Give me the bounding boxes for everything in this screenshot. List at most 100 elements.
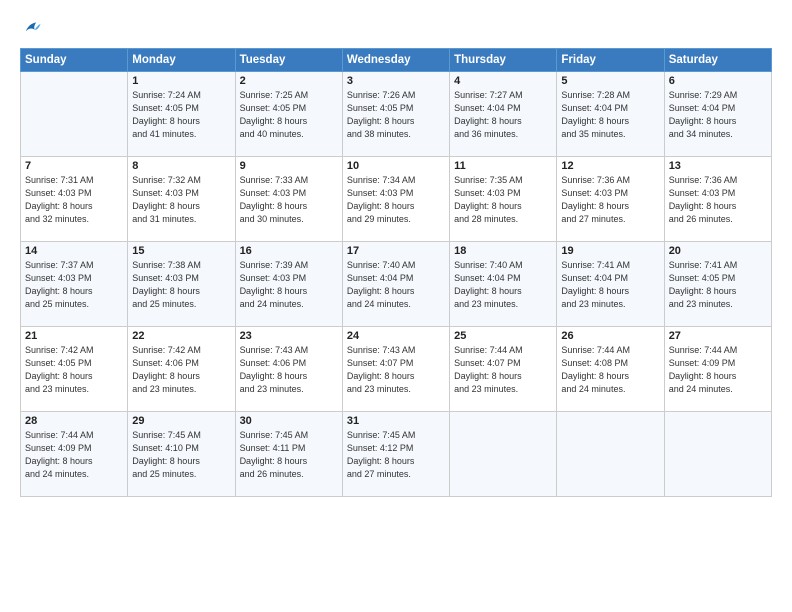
cell-info: Sunrise: 7:24 AMSunset: 4:05 PMDaylight:… (132, 89, 230, 141)
header-row: SundayMondayTuesdayWednesdayThursdayFrid… (21, 49, 772, 72)
calendar-cell: 2 Sunrise: 7:25 AMSunset: 4:05 PMDaylight… (235, 72, 342, 157)
day-number: 29 (132, 415, 230, 427)
day-number: 14 (25, 245, 123, 257)
day-number: 17 (347, 245, 445, 257)
calendar-cell: 17Sunrise: 7:40 AMSunset: 4:04 PMDayligh… (342, 242, 449, 327)
day-number: 22 (132, 330, 230, 342)
cell-info: Sunrise: 7:45 AMSunset: 4:10 PMDaylight:… (132, 429, 230, 481)
week-row-5: 28Sunrise: 7:44 AMSunset: 4:09 PMDayligh… (21, 412, 772, 497)
logo (20, 18, 44, 40)
cell-info: Sunrise: 7:34 AMSunset: 4:03 PMDaylight:… (347, 174, 445, 226)
col-header-tuesday: Tuesday (235, 49, 342, 72)
day-number: 20 (669, 245, 767, 257)
cell-info: Sunrise: 7:27 AMSunset: 4:04 PMDaylight:… (454, 89, 552, 141)
calendar-cell: 27Sunrise: 7:44 AMSunset: 4:09 PMDayligh… (664, 327, 771, 412)
cell-info: Sunrise: 7:44 AMSunset: 4:07 PMDaylight:… (454, 344, 552, 396)
calendar-cell: 8 Sunrise: 7:32 AMSunset: 4:03 PMDaylight… (128, 157, 235, 242)
day-number: 18 (454, 245, 552, 257)
calendar-cell (557, 412, 664, 497)
cell-info: Sunrise: 7:41 AMSunset: 4:04 PMDaylight:… (561, 259, 659, 311)
cell-info: Sunrise: 7:45 AMSunset: 4:11 PMDaylight:… (240, 429, 338, 481)
cell-info: Sunrise: 7:41 AMSunset: 4:05 PMDaylight:… (669, 259, 767, 311)
calendar-cell: 1 Sunrise: 7:24 AMSunset: 4:05 PMDaylight… (128, 72, 235, 157)
logo-bird-icon (20, 18, 42, 40)
cell-info: Sunrise: 7:39 AMSunset: 4:03 PMDaylight:… (240, 259, 338, 311)
col-header-monday: Monday (128, 49, 235, 72)
day-number: 24 (347, 330, 445, 342)
calendar-cell: 9 Sunrise: 7:33 AMSunset: 4:03 PMDaylight… (235, 157, 342, 242)
day-number: 25 (454, 330, 552, 342)
calendar-cell: 24 Sunrise: 7:43 AMSunset: 4:07 PMDayligh… (342, 327, 449, 412)
cell-info: Sunrise: 7:43 AMSunset: 4:06 PMDaylight:… (240, 344, 338, 396)
calendar-cell: 23 Sunrise: 7:43 AMSunset: 4:06 PMDayligh… (235, 327, 342, 412)
cell-info: Sunrise: 7:29 AMSunset: 4:04 PMDaylight:… (669, 89, 767, 141)
day-number: 30 (240, 415, 338, 427)
calendar-cell: 13 Sunrise: 7:36 AMSunset: 4:03 PMDayligh… (664, 157, 771, 242)
calendar-cell: 10 Sunrise: 7:34 AMSunset: 4:03 PMDayligh… (342, 157, 449, 242)
day-number: 6 (669, 75, 767, 87)
calendar-cell: 26Sunrise: 7:44 AMSunset: 4:08 PMDayligh… (557, 327, 664, 412)
day-number: 21 (25, 330, 123, 342)
cell-info: Sunrise: 7:25 AMSunset: 4:05 PMDaylight:… (240, 89, 338, 141)
day-number: 13 (669, 160, 767, 172)
cell-info: Sunrise: 7:44 AMSunset: 4:08 PMDaylight:… (561, 344, 659, 396)
cell-info: Sunrise: 7:31 AMSunset: 4:03 PMDaylight:… (25, 174, 123, 226)
cell-info: Sunrise: 7:38 AMSunset: 4:03 PMDaylight:… (132, 259, 230, 311)
day-number: 10 (347, 160, 445, 172)
calendar-cell: 19 Sunrise: 7:41 AMSunset: 4:04 PMDayligh… (557, 242, 664, 327)
calendar-cell: 7 Sunrise: 7:31 AMSunset: 4:03 PMDaylight… (21, 157, 128, 242)
calendar-cell: 6 Sunrise: 7:29 AMSunset: 4:04 PMDaylight… (664, 72, 771, 157)
calendar-cell: 30 Sunrise: 7:45 AMSunset: 4:11 PMDayligh… (235, 412, 342, 497)
calendar-cell: 4 Sunrise: 7:27 AMSunset: 4:04 PMDaylight… (450, 72, 557, 157)
calendar-cell: 28Sunrise: 7:44 AMSunset: 4:09 PMDayligh… (21, 412, 128, 497)
week-row-2: 7 Sunrise: 7:31 AMSunset: 4:03 PMDaylight… (21, 157, 772, 242)
cell-info: Sunrise: 7:35 AMSunset: 4:03 PMDaylight:… (454, 174, 552, 226)
calendar-cell: 20 Sunrise: 7:41 AMSunset: 4:05 PMDayligh… (664, 242, 771, 327)
cell-info: Sunrise: 7:26 AMSunset: 4:05 PMDaylight:… (347, 89, 445, 141)
day-number: 28 (25, 415, 123, 427)
calendar-cell: 25 Sunrise: 7:44 AMSunset: 4:07 PMDayligh… (450, 327, 557, 412)
calendar-cell: 15 Sunrise: 7:38 AMSunset: 4:03 PMDayligh… (128, 242, 235, 327)
day-number: 16 (240, 245, 338, 257)
day-number: 2 (240, 75, 338, 87)
calendar-cell: 12 Sunrise: 7:36 AMSunset: 4:03 PMDayligh… (557, 157, 664, 242)
calendar-cell: 14Sunrise: 7:37 AMSunset: 4:03 PMDayligh… (21, 242, 128, 327)
day-number: 31 (347, 415, 445, 427)
calendar-cell (664, 412, 771, 497)
cell-info: Sunrise: 7:32 AMSunset: 4:03 PMDaylight:… (132, 174, 230, 226)
week-row-4: 21 Sunrise: 7:42 AMSunset: 4:05 PMDayligh… (21, 327, 772, 412)
day-number: 8 (132, 160, 230, 172)
calendar-cell: 21 Sunrise: 7:42 AMSunset: 4:05 PMDayligh… (21, 327, 128, 412)
cell-info: Sunrise: 7:33 AMSunset: 4:03 PMDaylight:… (240, 174, 338, 226)
day-number: 1 (132, 75, 230, 87)
cell-info: Sunrise: 7:36 AMSunset: 4:03 PMDaylight:… (669, 174, 767, 226)
col-header-thursday: Thursday (450, 49, 557, 72)
week-row-3: 14Sunrise: 7:37 AMSunset: 4:03 PMDayligh… (21, 242, 772, 327)
col-header-wednesday: Wednesday (342, 49, 449, 72)
col-header-friday: Friday (557, 49, 664, 72)
cell-info: Sunrise: 7:42 AMSunset: 4:05 PMDaylight:… (25, 344, 123, 396)
calendar-cell: 5 Sunrise: 7:28 AMSunset: 4:04 PMDaylight… (557, 72, 664, 157)
day-number: 9 (240, 160, 338, 172)
day-number: 5 (561, 75, 659, 87)
cell-info: Sunrise: 7:42 AMSunset: 4:06 PMDaylight:… (132, 344, 230, 396)
day-number: 11 (454, 160, 552, 172)
cell-info: Sunrise: 7:36 AMSunset: 4:03 PMDaylight:… (561, 174, 659, 226)
calendar-cell (450, 412, 557, 497)
calendar-cell: 16 Sunrise: 7:39 AMSunset: 4:03 PMDayligh… (235, 242, 342, 327)
cell-info: Sunrise: 7:43 AMSunset: 4:07 PMDaylight:… (347, 344, 445, 396)
day-number: 4 (454, 75, 552, 87)
cell-info: Sunrise: 7:28 AMSunset: 4:04 PMDaylight:… (561, 89, 659, 141)
day-number: 12 (561, 160, 659, 172)
calendar-cell: 22 Sunrise: 7:42 AMSunset: 4:06 PMDayligh… (128, 327, 235, 412)
calendar-cell: 29 Sunrise: 7:45 AMSunset: 4:10 PMDayligh… (128, 412, 235, 497)
header (20, 18, 772, 40)
calendar-cell: 3Sunrise: 7:26 AMSunset: 4:05 PMDaylight… (342, 72, 449, 157)
day-number: 27 (669, 330, 767, 342)
calendar-table: SundayMondayTuesdayWednesdayThursdayFrid… (20, 48, 772, 497)
day-number: 23 (240, 330, 338, 342)
day-number: 19 (561, 245, 659, 257)
day-number: 7 (25, 160, 123, 172)
col-header-saturday: Saturday (664, 49, 771, 72)
day-number: 15 (132, 245, 230, 257)
